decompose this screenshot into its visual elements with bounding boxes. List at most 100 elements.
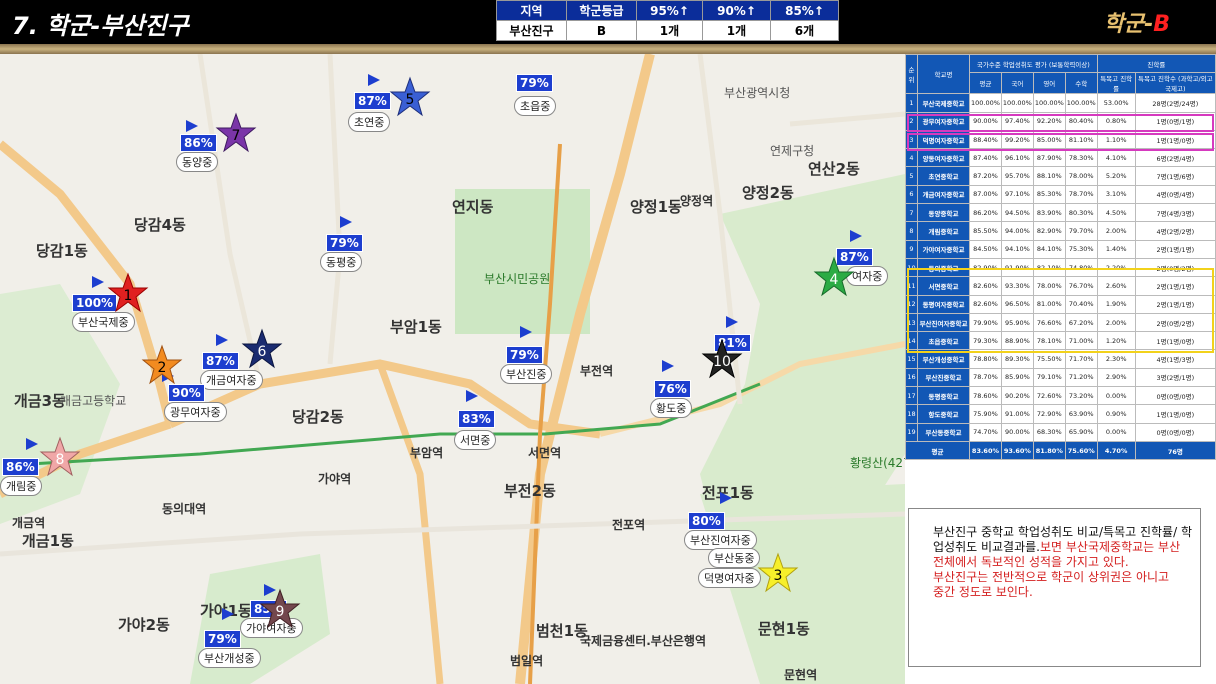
avg-cell: 81.80% bbox=[1032, 440, 1066, 461]
rank-cell: 84.50% bbox=[969, 239, 1002, 259]
rank-cell: 94.00% bbox=[1000, 221, 1034, 241]
commentary-box: 부산진구 중학교 학업성취도 비교/특목고 진학률/ 학업성취도 비교결과를.보… bbox=[908, 508, 1201, 667]
rank-cell: 100.00% bbox=[1032, 93, 1066, 113]
rank-cell: 83.90% bbox=[1032, 203, 1066, 223]
star-num: 3 bbox=[773, 568, 783, 584]
school-ranking-table: 순위 학교명 국가수준 학업성취도 평가 (보통학력이상) 진학률 평균 국어 … bbox=[905, 53, 1216, 508]
rank-cell: 100.00% bbox=[969, 93, 1002, 113]
rank-row: 9 가야여자중학교 84.50% 94.10% 84.10% 75.30% 1.40% 2명(… bbox=[905, 239, 1216, 259]
rank-cell: 79.70% bbox=[1064, 221, 1098, 241]
rank-cell: 71.20% bbox=[1064, 367, 1098, 388]
rank-row: 17 동평중학교 78.60% 90.20% 72.60% 73.20% 0.00% 0명(0… bbox=[905, 386, 1216, 406]
rank-row: 8 개림중학교 85.50% 94.00% 82.90% 79.70% 2.00% 4명(2명… bbox=[905, 221, 1216, 241]
rank-cell: 86.20% bbox=[969, 203, 1002, 223]
rank-cell: 90.00% bbox=[1000, 422, 1034, 442]
star-num: 7 bbox=[231, 128, 241, 144]
rank-school: 가야여자중학교 bbox=[917, 239, 970, 259]
summary-header-90: 90%↑ bbox=[702, 0, 771, 21]
rank-cell: 78.70% bbox=[1064, 184, 1098, 205]
rank-cell: 88.10% bbox=[1032, 166, 1066, 186]
rank-school: 양동여자중학교 bbox=[917, 148, 970, 168]
rank-cell: 0명(0명/0명) bbox=[1134, 386, 1216, 406]
rank-no: 18 bbox=[905, 404, 918, 424]
avg-cell: 83.60% bbox=[969, 440, 1002, 461]
rank-row: 18 항도중학교 75.90% 91.00% 72.90% 63.90% 0.90% 1명(1… bbox=[905, 404, 1216, 424]
summary-header-85: 85%↑ bbox=[770, 0, 839, 21]
page-title: 7. 학군-부산진구 bbox=[12, 12, 189, 40]
rank-no: 16 bbox=[905, 367, 918, 388]
star-num: 8 bbox=[55, 452, 65, 468]
highlight-pink-second bbox=[907, 133, 1214, 151]
rank-cell: 3.10% bbox=[1096, 184, 1136, 205]
rank-cell: 1명(1명/0명) bbox=[1134, 404, 1216, 424]
rank-no: 7 bbox=[905, 203, 918, 223]
summary-header-region: 지역 bbox=[496, 0, 567, 21]
rank-school: 부산국제중학교 bbox=[917, 93, 970, 113]
star-num: 1 bbox=[123, 288, 133, 304]
col-rank: 순위 bbox=[905, 53, 918, 95]
rank-row: 1 부산국제중학교 100.00% 100.00% 100.00% 100.00% 53.0… bbox=[905, 93, 1216, 113]
rank-cell: 74.70% bbox=[969, 422, 1002, 442]
rank-cell: 7명(1명/6명) bbox=[1134, 166, 1216, 186]
rank-cell: 100.00% bbox=[1000, 93, 1034, 113]
rank-cell: 4.50% bbox=[1096, 203, 1136, 223]
avg-label: 평균 bbox=[905, 440, 970, 461]
rank-cell: 2명(1명/1명) bbox=[1134, 239, 1216, 259]
col-school: 학교명 bbox=[917, 53, 970, 95]
rank-cell: 53.00% bbox=[1096, 93, 1136, 113]
star-label-2: 2 bbox=[140, 348, 184, 392]
rank-cell: 72.90% bbox=[1032, 404, 1066, 424]
district-map[interactable]: 당감4동 당감1동 연지동 양정1동 양정2동 연산2동 부암1동 당감2동 가… bbox=[0, 54, 905, 684]
star-num: 5 bbox=[405, 92, 415, 108]
rank-cell: 90.20% bbox=[1000, 386, 1034, 406]
rank-cell: 78.30% bbox=[1064, 148, 1098, 168]
avg-cell: 75.60% bbox=[1064, 440, 1098, 461]
star-label-7: 7 bbox=[214, 116, 258, 160]
col-math: 수학 bbox=[1064, 72, 1098, 95]
col-advance: 진학률 bbox=[1096, 53, 1216, 74]
rank-school: 개림중학교 bbox=[917, 221, 970, 241]
col-english: 영어 bbox=[1032, 72, 1066, 95]
rank-school: 부산동중학교 bbox=[917, 422, 970, 442]
highlight-yellow-group bbox=[907, 268, 1214, 353]
rank-row: 6 개금여자중학교 87.00% 97.10% 85.30% 78.70% 3.10% 4명(… bbox=[905, 184, 1216, 205]
district-grade: 학군-B bbox=[1104, 6, 1170, 38]
col-special-count: 특목고 진학수 (과학고/외고국제고) bbox=[1134, 72, 1216, 95]
star-num: 2 bbox=[157, 360, 167, 376]
rank-row: 4 양동여자중학교 87.40% 96.10% 87.90% 78.30% 4.10% 6명(… bbox=[905, 148, 1216, 168]
grade-letter: B bbox=[1153, 12, 1170, 37]
rank-cell: 96.10% bbox=[1000, 148, 1034, 168]
rank-no: 19 bbox=[905, 422, 918, 442]
rank-cell: 97.10% bbox=[1000, 184, 1034, 205]
star-num: 10 bbox=[713, 354, 731, 370]
col-special-rate: 특목고 진학률 bbox=[1096, 72, 1136, 95]
rank-cell: 2.00% bbox=[1096, 221, 1136, 241]
note-conclusion-2: 중간 정도로 보인다. bbox=[933, 585, 1033, 599]
rank-cell: 84.10% bbox=[1032, 239, 1066, 259]
star-label-4: 4 bbox=[812, 260, 856, 304]
rank-school: 부산진중학교 bbox=[917, 367, 970, 388]
rank-cell: 95.70% bbox=[1000, 166, 1034, 186]
rank-cell: 4.10% bbox=[1096, 148, 1136, 168]
rank-cell: 65.90% bbox=[1064, 422, 1098, 442]
star-label-6: 6 bbox=[240, 332, 284, 376]
gold-divider bbox=[0, 44, 1216, 54]
col-avg: 평균 bbox=[969, 72, 1002, 95]
rank-school: 항도중학교 bbox=[917, 404, 970, 424]
rank-cell: 79.10% bbox=[1032, 367, 1066, 388]
rank-cell: 0.90% bbox=[1096, 404, 1136, 424]
rank-cell: 94.50% bbox=[1000, 203, 1034, 223]
avg-cell: 93.60% bbox=[1000, 440, 1034, 461]
summary-95: 1개 bbox=[636, 20, 703, 41]
star-label-5: 5 bbox=[388, 80, 432, 124]
rank-cell: 87.00% bbox=[969, 184, 1002, 205]
col-korean: 국어 bbox=[1000, 72, 1034, 95]
rank-cell: 0.00% bbox=[1096, 422, 1136, 442]
rank-cell: 100.00% bbox=[1064, 93, 1098, 113]
rank-cell: 87.40% bbox=[969, 148, 1002, 168]
summary-region: 부산진구 bbox=[496, 20, 567, 41]
rank-cell: 4명(0명/4명) bbox=[1134, 184, 1216, 205]
rank-cell: 82.90% bbox=[1032, 221, 1066, 241]
rank-cell: 6명(2명/4명) bbox=[1134, 148, 1216, 168]
rank-cell: 80.30% bbox=[1064, 203, 1098, 223]
